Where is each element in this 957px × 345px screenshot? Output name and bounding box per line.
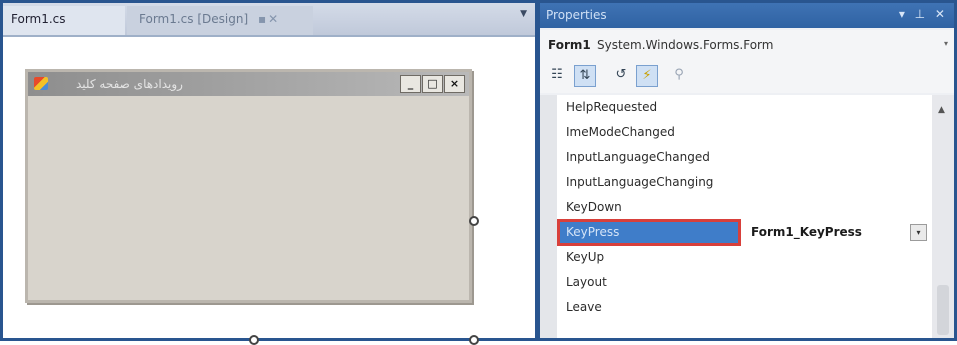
list-item[interactable]: InputLanguageChanging: [557, 170, 932, 195]
pin-close-icon[interactable]: ▪✕: [258, 12, 280, 26]
event-name: HelpRequested: [566, 100, 658, 114]
tab-form1-cs[interactable]: Form1.cs: [3, 6, 125, 35]
tab-label: Form1.cs [Design]: [139, 12, 249, 26]
properties-title: Properties: [546, 8, 607, 22]
scrollbar-thumb[interactable]: [937, 285, 949, 335]
vertical-scrollbar[interactable]: ▲: [932, 95, 954, 338]
list-item[interactable]: Leave: [557, 295, 932, 320]
event-name: ImeModeChanged: [566, 125, 675, 139]
list-item[interactable]: Layout: [557, 270, 932, 295]
list-item[interactable]: KeyUp: [557, 245, 932, 270]
document-tab-strip: Form1.cs Form1.cs [Design] ▪✕ ▼: [3, 3, 535, 37]
object-type: System.Windows.Forms.Form: [597, 38, 774, 52]
chevron-down-icon[interactable]: ▾: [944, 39, 948, 48]
chevron-down-icon[interactable]: ▼: [520, 9, 527, 19]
design-surface[interactable]: رویدادهای صفحه کلید _ □ ×: [3, 39, 535, 345]
event-handler-value[interactable]: Form1_KeyPress: [751, 225, 862, 239]
object-selector[interactable]: Form1 System.Windows.Forms.Form ▾: [540, 30, 954, 60]
property-pages-icon[interactable]: ⚲: [668, 65, 690, 87]
list-item[interactable]: InputLanguageChanged: [557, 145, 932, 170]
pin-close-icon[interactable]: ▾ ⊥ ✕: [899, 7, 948, 21]
properties-toolbar: ☷ ⇅ ↺ ⚡ ⚲: [540, 60, 954, 93]
close-button[interactable]: ×: [444, 75, 465, 93]
event-name: Layout: [566, 275, 607, 289]
event-name: InputLanguageChanging: [566, 175, 714, 189]
properties-icon[interactable]: ↺: [610, 65, 632, 87]
tab-label: Form1.cs: [11, 12, 66, 26]
form-titlebar: رویدادهای صفحه کلید _ □ ×: [28, 72, 469, 96]
event-name: InputLanguageChanged: [566, 150, 710, 164]
event-name: KeyUp: [566, 250, 605, 264]
categorized-icon[interactable]: ☷: [546, 65, 568, 87]
scroll-up-icon[interactable]: ▲: [938, 105, 945, 115]
form-client-area[interactable]: [28, 96, 469, 300]
list-item[interactable]: KeyDown: [557, 195, 932, 220]
resize-handle-corner[interactable]: [469, 335, 479, 345]
events-lightning-icon[interactable]: ⚡: [636, 65, 658, 87]
event-name: KeyDown: [566, 200, 622, 214]
form-title: رویدادهای صفحه کلید: [76, 77, 183, 91]
minimize-button[interactable]: _: [400, 75, 421, 93]
event-name: KeyPress: [557, 219, 741, 246]
properties-pane: Properties ▾ ⊥ ✕ Form1 System.Windows.Fo…: [540, 3, 954, 338]
maximize-button[interactable]: □: [422, 75, 443, 93]
object-name: Form1: [548, 38, 591, 52]
ide-window: Form1.cs Form1.cs [Design] ▪✕ ▼ رویدادها…: [0, 0, 957, 345]
chevron-down-icon[interactable]: ▾: [910, 224, 927, 241]
application-icon: [34, 77, 48, 90]
properties-header: Properties ▾ ⊥ ✕: [540, 3, 954, 28]
designer-pane: Form1.cs Form1.cs [Design] ▪✕ ▼ رویدادها…: [3, 3, 535, 345]
list-item-selected[interactable]: KeyPress Form1_KeyPress ▾: [557, 219, 932, 246]
list-item[interactable]: HelpRequested: [557, 95, 932, 120]
resize-handle-right[interactable]: [469, 216, 479, 226]
form-preview[interactable]: رویدادهای صفحه کلید _ □ ×: [25, 69, 472, 303]
events-grid: HelpRequested ImeModeChanged InputLangua…: [540, 95, 954, 338]
tab-form1-design[interactable]: Form1.cs [Design] ▪✕: [127, 6, 313, 35]
alphabetical-icon[interactable]: ⇅: [574, 65, 596, 87]
events-list: HelpRequested ImeModeChanged InputLangua…: [557, 95, 932, 338]
list-item[interactable]: ImeModeChanged: [557, 120, 932, 145]
resize-handle-bottom[interactable]: [249, 335, 259, 345]
event-name: Leave: [566, 300, 602, 314]
grid-gutter: [540, 95, 557, 338]
window-controls: _ □ ×: [400, 75, 465, 93]
